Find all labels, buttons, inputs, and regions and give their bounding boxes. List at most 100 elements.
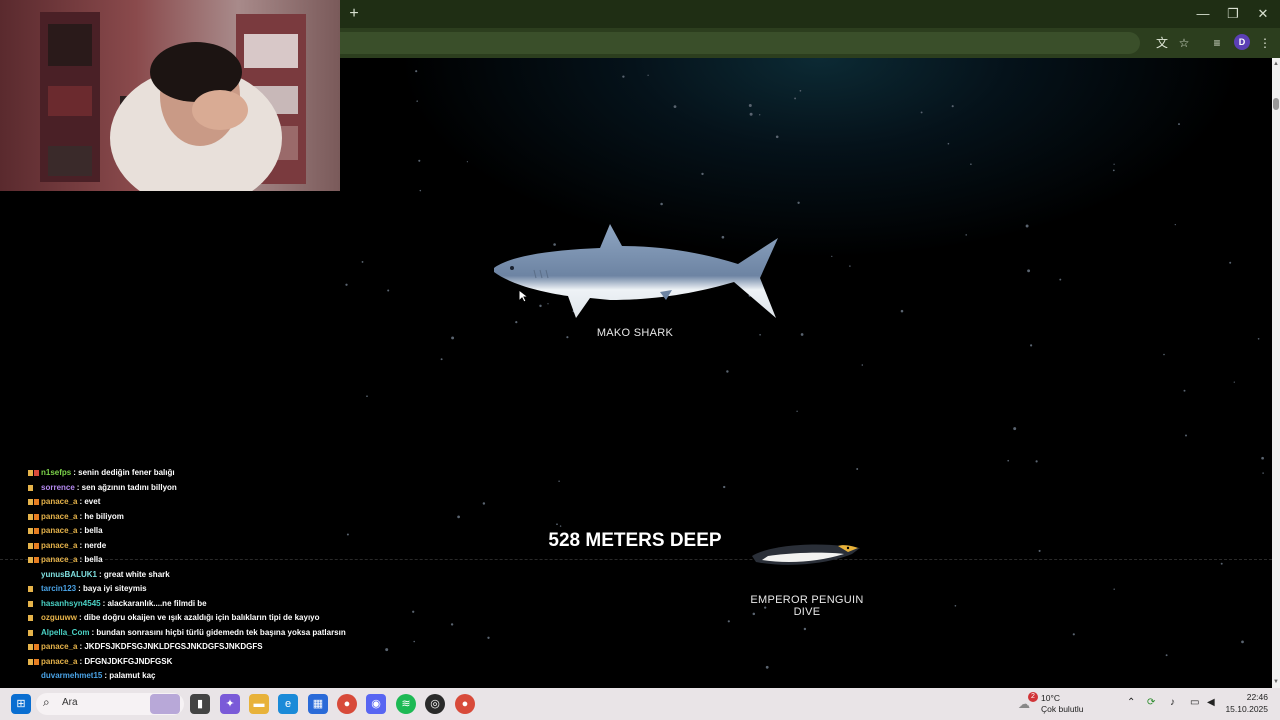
chat-username[interactable]: panace_a: [41, 553, 77, 568]
star-dot: [385, 648, 389, 652]
chrome-profile-icon[interactable]: ●: [455, 694, 475, 714]
obs-icon[interactable]: ◎: [425, 694, 445, 714]
star-dot: [1183, 389, 1186, 392]
chat-message-text: : bundan sonrasını hiçbi türlü gidemedn …: [91, 627, 346, 637]
chat-message: panace_a: bella: [28, 524, 358, 539]
chat-message-text: : evet: [79, 497, 101, 506]
chat-badge-icon: [28, 513, 33, 520]
search-icon[interactable]: ⌕: [43, 695, 50, 710]
chat-username[interactable]: sorrence: [41, 481, 75, 496]
chat-message: panace_a: DFGNJDKFGJNDFGSK: [28, 655, 358, 670]
star-dot: [1112, 169, 1115, 172]
streamer-webcam-image: [40, 12, 306, 191]
address-bar[interactable]: [340, 32, 1140, 54]
star-dot: [900, 309, 904, 313]
star-dot: [1233, 381, 1235, 383]
clock-time[interactable]: 22:46: [1228, 692, 1268, 702]
star-dot: [775, 135, 779, 139]
star-dot: [1262, 472, 1264, 474]
star-dot: [361, 260, 364, 263]
weather-temperature[interactable]: 10°C: [1041, 693, 1060, 703]
chat-username[interactable]: n1sefps: [41, 466, 71, 481]
discord-icon[interactable]: ◉: [366, 694, 386, 714]
scroll-up-arrow-icon[interactable]: ▲: [1272, 60, 1280, 68]
chat-username[interactable]: hasanhsyn4545: [41, 597, 101, 612]
chat-message: panace_a: evet: [28, 495, 358, 510]
star-icon[interactable]: ☆: [1175, 34, 1193, 52]
chat-username[interactable]: yunusBALUK1: [41, 568, 97, 583]
chat-badge-icon: [28, 658, 33, 665]
chat-message: panace_a: bella: [28, 553, 358, 568]
star-dot: [1113, 163, 1115, 165]
page-scrollbar[interactable]: [1272, 58, 1280, 688]
chat-badges: [28, 528, 39, 535]
star-dot: [622, 75, 625, 78]
star-dot: [482, 502, 486, 505]
chat-username[interactable]: tarcin123: [41, 582, 76, 597]
chat-message: duvarmehmet15: palamut kaç: [28, 669, 358, 684]
star-dot: [387, 289, 390, 292]
sync-icon[interactable]: ⟳: [1147, 697, 1155, 708]
chat-badges: [28, 542, 39, 549]
chat-message-text: : sen ağzının tadını billyon: [76, 482, 177, 492]
star-dot: [920, 111, 923, 114]
chat-username[interactable]: panace_a: [41, 510, 77, 525]
tray-overflow-chevron-icon[interactable]: ⌃: [1127, 697, 1135, 708]
new-tab-icon[interactable]: +: [344, 4, 364, 24]
microphone-icon[interactable]: ♪: [1170, 697, 1175, 708]
translate-icon[interactable]: 文: [1153, 34, 1171, 52]
chat-username[interactable]: duvarmehmet15: [41, 669, 102, 684]
windows-start-icon[interactable]: ⊞: [11, 694, 31, 714]
star-dot: [1030, 344, 1033, 347]
star-dot: [457, 515, 460, 519]
chat-badge-icon: [28, 484, 33, 491]
star-dot: [1072, 633, 1075, 636]
close-icon[interactable]: ✕: [1250, 3, 1276, 25]
scrollbar-thumb[interactable]: [1273, 98, 1279, 110]
volume-icon[interactable]: ◀: [1207, 697, 1215, 708]
star-dot: [1257, 337, 1260, 340]
weather-cloud-icon[interactable]: ☁: [1018, 697, 1030, 711]
star-dot: [1261, 456, 1264, 460]
chat-message: sorrence: sen ağzının tadını billyon: [28, 481, 358, 496]
weather-description[interactable]: Çok bulutlu: [1041, 704, 1084, 714]
star-dot: [726, 370, 729, 373]
chat-username[interactable]: panace_a: [41, 640, 77, 655]
clock-date[interactable]: 15.10.2025: [1222, 704, 1268, 714]
menu-icon[interactable]: ⋮: [1256, 34, 1274, 52]
mako-shark-image: [494, 224, 778, 318]
star-dot: [856, 468, 859, 470]
star-dot: [1178, 123, 1180, 126]
mako-shark-label: MAKO SHARK: [596, 327, 674, 339]
spotify-icon[interactable]: ≋: [396, 694, 416, 714]
chat-message: panace_a: JKDFSJKDFSGJNKLDFGSJNKDGFSJNKD…: [28, 640, 358, 655]
star-dot: [759, 333, 761, 336]
star-dot: [794, 97, 797, 100]
chat-username[interactable]: Alpella_Com: [41, 626, 89, 641]
chrome-icon[interactable]: ●: [337, 694, 357, 714]
chat-username[interactable]: panace_a: [41, 495, 77, 510]
store-icon[interactable]: ▦: [308, 694, 328, 714]
chat-username[interactable]: panace_a: [41, 539, 77, 554]
chat-badge-icon: [34, 557, 39, 564]
scroll-down-arrow-icon[interactable]: ▼: [1272, 678, 1280, 686]
chat-message: yunusBALUK1: great white shark: [28, 568, 358, 583]
copilot-icon[interactable]: ✦: [220, 694, 240, 714]
media-icon[interactable]: ≡: [1208, 34, 1226, 52]
chat-username[interactable]: panace_a: [41, 524, 77, 539]
restore-icon[interactable]: ❐: [1220, 3, 1246, 25]
task-view-icon[interactable]: ▮: [190, 694, 210, 714]
minimize-icon[interactable]: —: [1190, 3, 1216, 25]
edge-icon[interactable]: e: [278, 694, 298, 714]
chat-badge-icon: [34, 644, 39, 651]
star-dot: [559, 525, 562, 527]
chat-username[interactable]: ozguuww: [41, 611, 77, 626]
chat-message: panace_a: nerde: [28, 539, 358, 554]
file-explorer-icon[interactable]: ▬: [249, 694, 269, 714]
profile-icon[interactable]: D: [1234, 34, 1250, 50]
star-dot: [487, 636, 490, 639]
star-dot: [1035, 460, 1038, 463]
star-dot: [451, 336, 455, 340]
chat-username[interactable]: panace_a: [41, 655, 77, 670]
network-icon[interactable]: ▭: [1190, 697, 1199, 708]
